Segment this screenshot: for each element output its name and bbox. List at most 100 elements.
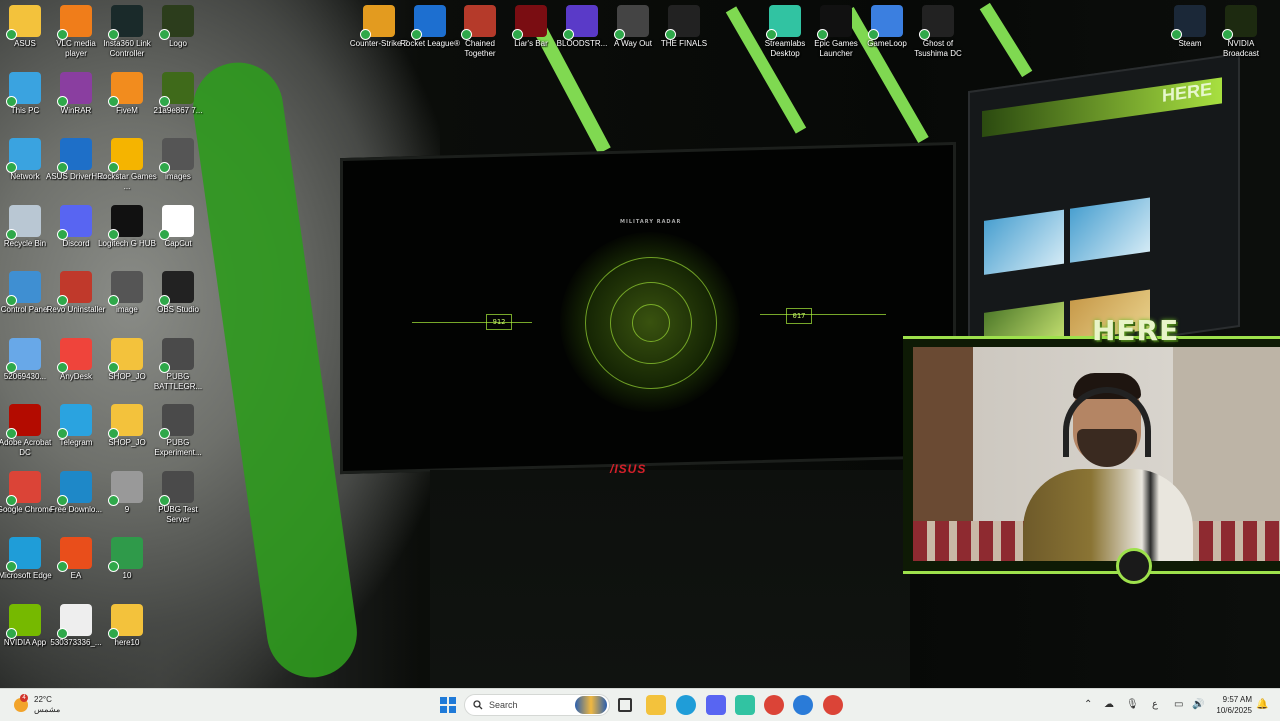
insta360-icon [108, 5, 143, 40]
sync-status-icon [6, 428, 17, 439]
obs-icon [159, 271, 194, 306]
sync-status-icon [6, 627, 17, 639]
radar-title: MILITARY RADAR [620, 219, 682, 225]
folder-icon [108, 603, 143, 639]
sync-status-icon [57, 228, 68, 240]
desktop-shortcut[interactable]: Ghost of Tsushima DC [908, 5, 968, 59]
sync-status-icon [1171, 29, 1182, 40]
desktop-shortcut-label: THE FINALS [660, 39, 708, 48]
image-file-icon [108, 271, 143, 306]
sync-status-icon [57, 361, 68, 373]
wallpaper-desk [430, 470, 910, 688]
weather-alert-badge: 4 [20, 694, 28, 702]
search-icon [473, 700, 483, 710]
desktop-shortcut-label: PUBG BATTLEGR... [153, 371, 203, 391]
second-monitor-thumbnail [1070, 197, 1150, 263]
sync-status-icon [159, 95, 170, 107]
desktop-shortcut-label: CapCut [164, 238, 192, 248]
taskbar-clock[interactable]: 9:57 AM 10/6/2025 [1208, 694, 1252, 716]
recycle-bin-icon [6, 204, 41, 240]
sync-status-icon [159, 228, 170, 240]
image-file-icon [159, 71, 194, 107]
capcut-icon [159, 204, 194, 240]
desktop-shortcut-label: OBS Studio [157, 305, 199, 314]
sync-status-icon [57, 494, 68, 506]
network-icon [6, 138, 41, 173]
clock-date: 10/6/2025 [1216, 706, 1252, 715]
desktop-shortcut[interactable]: 21a9e867 7... [148, 71, 208, 116]
image-file-icon [159, 138, 194, 173]
sync-status-icon [108, 228, 119, 240]
steam-icon [1171, 5, 1206, 40]
desktop-shortcut-label: PUBG Experiment... [154, 438, 202, 457]
radar-left-readout: 912 [486, 314, 512, 330]
desktop-shortcut[interactable]: here10 [97, 603, 157, 648]
a-way-out-icon [614, 5, 649, 40]
notification-bell-icon[interactable]: 🔔 [1256, 699, 1268, 710]
sync-status-icon [360, 29, 371, 40]
radar-ring [632, 304, 670, 342]
start-button[interactable] [440, 697, 456, 713]
desktop-shortcut[interactable]: images [148, 138, 208, 182]
edge-icon[interactable] [676, 695, 696, 715]
chrome-profile-icon[interactable] [823, 695, 843, 715]
sync-status-icon [108, 361, 119, 373]
winrar-icon [57, 71, 92, 107]
task-view-button[interactable] [618, 698, 632, 712]
pubg-icon [159, 337, 194, 373]
sync-status-icon [411, 29, 422, 40]
desktop-shortcut[interactable]: 10 [97, 537, 157, 581]
ea-icon [57, 537, 92, 572]
sync-status-icon [6, 162, 17, 173]
desktop-shortcut[interactable]: PUBG Test Server [148, 470, 208, 525]
desktop-shortcut[interactable]: THE FINALS [654, 5, 714, 49]
desktop-shortcut[interactable]: CapCut [148, 204, 208, 249]
sync-status-icon [108, 627, 119, 639]
weather-widget[interactable]: 4 22°C مشمس [14, 694, 60, 715]
chrome-icon[interactable] [764, 695, 784, 715]
taskbar-search[interactable]: Search [464, 694, 610, 716]
sync-status-icon [57, 561, 68, 572]
sync-status-icon [1222, 29, 1233, 40]
driverhub-icon [57, 138, 92, 173]
the-finals-icon [665, 5, 700, 40]
sync-status-icon [6, 228, 17, 240]
desktop-shortcut[interactable]: PUBG BATTLEGR... [148, 337, 208, 392]
onedrive-icon[interactable]: ☁ [1104, 699, 1114, 710]
file-explorer-icon[interactable] [646, 695, 666, 715]
sync-status-icon [6, 95, 17, 107]
pubg-icon [159, 470, 194, 506]
desktop-shortcut-label: Ghost of Tsushima DC [914, 39, 962, 58]
revo-icon [57, 271, 92, 306]
logo-image-icon [159, 5, 194, 40]
sync-status-icon [57, 29, 68, 40]
microphone-icon[interactable]: 🎙 [1126, 699, 1139, 710]
sync-status-icon [159, 428, 170, 439]
desktop-shortcut[interactable]: OBS Studio [148, 271, 208, 315]
control-panel-icon [6, 271, 41, 306]
epic-games-icon [817, 5, 852, 40]
monitor-brand-logo: /ISUS [610, 462, 647, 476]
ghost-of-tsushima-icon [919, 5, 954, 40]
tray-chevron-up-icon[interactable]: ⌃ [1084, 699, 1092, 710]
sync-status-icon [461, 29, 472, 40]
discord-icon[interactable] [706, 695, 726, 715]
sync-status-icon [614, 29, 625, 40]
network-tray-icon[interactable]: ▭ [1174, 699, 1183, 710]
streamlabs-icon[interactable] [735, 695, 755, 715]
browser-icon[interactable] [793, 695, 813, 715]
desktop-shortcut-label: here10 [114, 637, 140, 647]
desktop-shortcut[interactable]: Logo [148, 5, 208, 49]
desktop-shortcut[interactable]: PUBG Experiment... [148, 404, 208, 458]
desktop-shortcut-label: 10 [122, 571, 132, 580]
nvidia-icon [6, 603, 41, 639]
tray-language[interactable]: ع [1152, 699, 1158, 710]
volume-icon[interactable]: 🔊 [1192, 699, 1204, 710]
webcam-feed [913, 347, 1280, 561]
desktop-shortcut[interactable]: NVIDIA Broadcast [1211, 5, 1271, 59]
chrome-icon [6, 470, 41, 506]
sync-status-icon [6, 494, 17, 506]
bloodstrike-icon [563, 5, 598, 40]
weather-temperature: 22°C [34, 695, 52, 704]
sync-status-icon [108, 29, 119, 40]
